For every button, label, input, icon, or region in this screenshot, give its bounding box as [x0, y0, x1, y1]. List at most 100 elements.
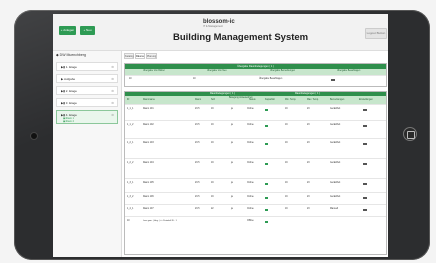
gear-icon[interactable]: ⚙	[111, 77, 114, 81]
cell-id: 10	[127, 220, 130, 222]
edit-icon[interactable]	[363, 209, 367, 211]
cell-soll: 22	[211, 208, 214, 210]
cell-id: 1_3_1	[127, 182, 134, 184]
cell-status: Online	[247, 208, 254, 210]
sidebar-item-floor1[interactable]: ▶▮ 1. Etage ⚙	[56, 62, 118, 71]
edit-icon[interactable]	[363, 125, 367, 127]
th-max: Max. Temp.	[307, 99, 319, 101]
cell-min: 19	[285, 208, 288, 210]
screen: + Anlegen + Neu blossom-ic IT & Manageme…	[53, 14, 388, 257]
cell-anw: ja	[231, 108, 233, 110]
th-soll: Soll	[211, 99, 215, 101]
logout-button[interactable]: Logout Button	[365, 28, 387, 39]
cell-name: Raum 101	[143, 108, 154, 110]
cell-anw: ja	[231, 162, 233, 164]
th-note: Bemerkungen	[330, 99, 345, 101]
cell-raum: 23.5	[195, 182, 200, 184]
overview-value: Übergabe Beauftragen	[259, 78, 283, 80]
sidebar-item-floor4[interactable]: ▶▮ 4. Etage ⚙ ▣ Raum 1 ▣ Raum 2	[56, 110, 118, 124]
sidebar-item-label: ▶ Aufgabe	[61, 77, 76, 81]
cell-raum: 23.5	[195, 162, 200, 164]
sidebar: ◆ DW Muenchberg ▶▮ 1. Etage ⚙ ▶ Aufgabe …	[53, 51, 122, 257]
cell-max: 23	[307, 124, 310, 126]
cell-status: Offline	[247, 220, 254, 222]
add-button[interactable]: + Anlegen	[59, 26, 76, 35]
th-min: Min. Temp.	[285, 99, 297, 101]
table-row[interactable]: 1_2_2 Raum 104 23.5 19 ja Online 19 23 G…	[125, 158, 386, 178]
cell-soll: 19	[211, 196, 214, 198]
th-settings: Einstellungen	[359, 99, 373, 101]
cell-note: Gerät/Zeit	[330, 108, 341, 110]
tab-rooms[interactable]: Räume	[135, 53, 145, 59]
table-header: ID Raumname Raum Soll Belegung Anwesenhe…	[125, 96, 386, 104]
edit-icon[interactable]	[363, 183, 367, 185]
cell-soll: 19	[211, 162, 214, 164]
edit-icon[interactable]	[363, 109, 367, 111]
top-bar: + Anlegen + Neu blossom-ic IT & Manageme…	[53, 14, 388, 51]
gear-icon[interactable]: ⚙	[111, 101, 114, 105]
cell-min: 19	[285, 108, 288, 110]
cell-max: 23	[307, 196, 310, 198]
tablet-frame: + Anlegen + Neu blossom-ic IT & Manageme…	[0, 0, 436, 263]
table-row[interactable]: 1_1_2 Raum 102 23.5 19 ja Online 19 23 G…	[125, 120, 386, 138]
status-indicator-icon	[265, 183, 268, 185]
home-button[interactable]	[403, 127, 417, 141]
edit-icon[interactable]	[331, 79, 335, 81]
th-kap: Kapazität	[265, 99, 275, 101]
table-row[interactable]: 1_3_2 Raum 106 23.5 19 ja Online 19 23 G…	[125, 192, 386, 204]
sidebar-heading: ◆ DW Muenchberg	[56, 53, 86, 57]
cell-note: Gerät/Zeit	[330, 162, 341, 164]
gear-icon[interactable]: ⚙	[111, 65, 114, 69]
sidebar-item-floor2[interactable]: ▶▮ 2. Etage ⚙	[56, 86, 118, 95]
gear-icon[interactable]: ⚙	[111, 89, 114, 93]
brand-subtitle: IT & Management	[203, 25, 223, 28]
status-indicator-icon	[265, 125, 268, 127]
cell-min: 19	[285, 162, 288, 164]
col-header: Übergabe Bemerkungen	[270, 70, 296, 72]
cell-max: 23	[307, 182, 310, 184]
col-header: Übergabe Von Bisher	[143, 70, 165, 72]
status-indicator-icon	[265, 143, 268, 145]
edit-icon[interactable]	[363, 197, 367, 199]
edit-icon[interactable]	[363, 163, 367, 165]
table-row[interactable]: 10 Leer gem. | Hng. | >> Protokoll ID : …	[125, 216, 386, 230]
overview-card: Übergabe Raumbelegungen ( 1 ) Übergabe V…	[124, 63, 387, 87]
status-indicator-icon	[265, 163, 268, 165]
th-name: Raumname	[143, 99, 155, 101]
cell-status: Online	[247, 142, 254, 144]
cell-anw: ja	[231, 182, 233, 184]
sidebar-item-task[interactable]: ▶ Aufgabe ⚙	[56, 74, 118, 83]
cell-note: Gerät/Zeit	[330, 124, 341, 126]
cell-id: 1_3_2	[127, 196, 134, 198]
cell-status: Online	[247, 108, 254, 110]
status-indicator-icon	[265, 197, 268, 199]
cell-min: 19	[285, 142, 288, 144]
rooms-table: Raumbelegungen ( 1 ) Raumbelegungen ( 1 …	[124, 91, 387, 255]
table-row[interactable]: 1_3_1 Raum 105 23.5 19 ja Online 19 23 G…	[125, 178, 386, 192]
sidebar-item-floor3[interactable]: ▶▮ 3. Etage ⚙	[56, 98, 118, 107]
table-row[interactable]: 1_4_1 Raum 107 23.5 22 ja Online 19 23 M…	[125, 204, 386, 216]
cell-max: 23	[307, 162, 310, 164]
tab-planning[interactable]: Planung	[146, 53, 157, 59]
overview-value: 10	[193, 78, 196, 80]
table-row[interactable]: 1_1_1 Raum 101 23.5 19 ja Online 19 23 G…	[125, 104, 386, 120]
sidebar-item-label: ▶▮ 2. Etage	[61, 89, 77, 93]
page-title: Building Management System	[173, 32, 309, 43]
sidebar-item-label: ▶▮ 3. Etage	[61, 101, 77, 105]
tab-catalog[interactable]: Katalog	[124, 53, 134, 59]
cell-anw: ja	[231, 142, 233, 144]
cell-name: Raum 105	[143, 182, 154, 184]
gear-icon[interactable]: ⚙	[111, 113, 114, 117]
new-button[interactable]: + Neu	[80, 26, 95, 35]
cell-name: Raum 102	[143, 124, 154, 126]
camera-icon	[30, 132, 38, 140]
sidebar-subitem[interactable]: ▣ Raum 2	[63, 120, 74, 123]
table-row[interactable]: 1_2_1 Raum 103 23.5 19 ja Online 19 23 G…	[125, 138, 386, 158]
cell-min: 19	[285, 196, 288, 198]
edit-icon[interactable]	[363, 143, 367, 145]
cell-anw: ja	[231, 196, 233, 198]
cell-soll: 19	[211, 142, 214, 144]
th-id: ID	[127, 99, 130, 101]
overview-row: 10 10 Übergabe Beauftragen	[125, 75, 386, 83]
cell-name: Raum 106	[143, 196, 154, 198]
